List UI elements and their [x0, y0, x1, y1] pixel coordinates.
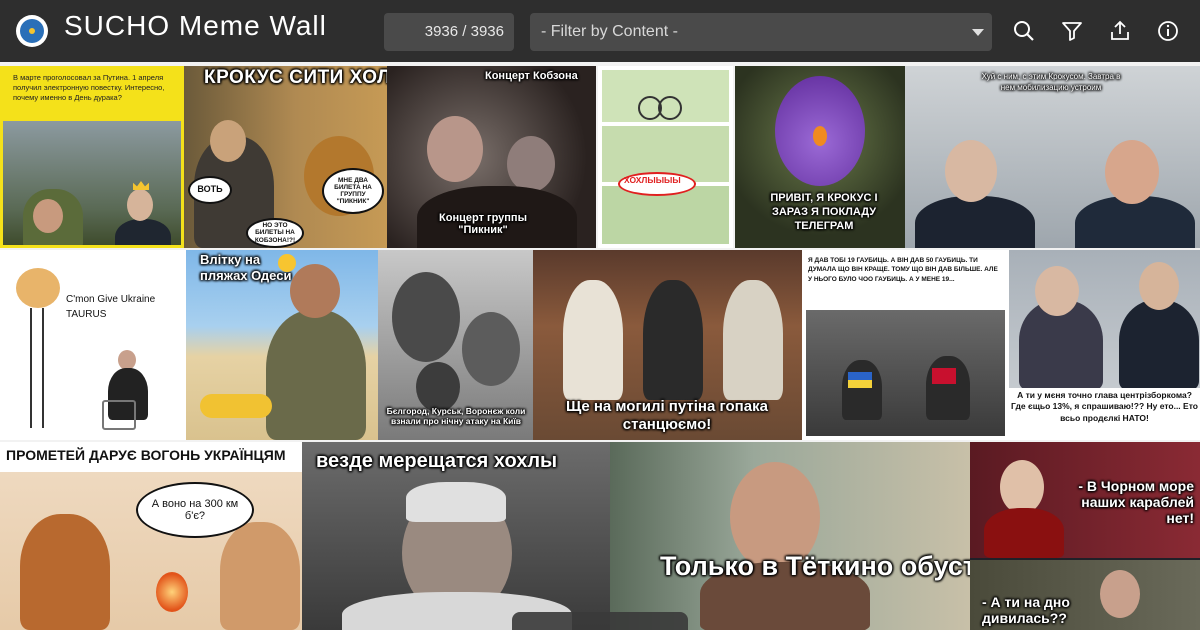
speech-bubble: МНЕ ДВА БИЛЕТА НА ГРУППУ "ПИКНИК": [322, 168, 384, 214]
crocus-stamen: [813, 126, 827, 146]
meme-tile[interactable]: - В Чорном море наших караблей нет! - А …: [970, 442, 1200, 630]
dancer-figure: [643, 280, 703, 400]
meme-tile[interactable]: Я ДАВ ТОБІ 19 ГАУБИЦЬ. А ВІН ДАВ 50 ГАУБ…: [802, 250, 1009, 440]
chevron-down-icon: [972, 29, 984, 36]
meme-caption: везде мерещатся хохлы: [316, 450, 558, 472]
doge-head: [16, 268, 60, 308]
top-bar: SUCHO Meme Wall 3936 / 3936 - Filter by …: [0, 0, 1200, 62]
info-icon[interactable]: [1156, 19, 1180, 43]
meme-photo: [806, 310, 1005, 436]
meme-caption: Концерт группы "Пикник": [439, 212, 527, 237]
chair: [102, 400, 136, 430]
meme-caption: Я ДАВ ТОБІ 19 ГАУБИЦЬ. А ВІН ДАВ 50 ГАУБ…: [808, 257, 998, 283]
logo-sun: [29, 28, 35, 34]
meme-counter: 3936 / 3936: [384, 13, 514, 51]
putin-head: [1139, 262, 1179, 310]
meme-caption: - В Чорном море наших караблей нет!: [1078, 478, 1194, 527]
share-icon[interactable]: [1108, 19, 1132, 43]
corn-cob: [200, 394, 272, 418]
human-figure: [220, 522, 300, 630]
meme-caption: Ще на могилі путіна гопака станцюємо!: [566, 398, 768, 433]
man-head: [507, 136, 555, 192]
content-filter-select[interactable]: - Filter by Content -: [530, 13, 992, 51]
presenter-figure: [984, 508, 1064, 558]
meme-caption: Хуй с ним, с этим Крокусом. Завтра в нем…: [981, 72, 1121, 92]
meme-tile[interactable]: Концерт Кобзона Концерт группы "Пикник": [387, 66, 596, 248]
putin-figure: [1119, 300, 1199, 390]
meme-tile[interactable]: Только в Тёткино обустроилась,: [610, 442, 970, 630]
doctor-cap: [406, 482, 506, 522]
meme-caption: ХОХЛЫЫЫЫ: [624, 175, 681, 185]
meme-caption: ПРОМЕТЕЙ ДАРУЄ ВОГОНЬ УКРАЇНЦЯМ: [6, 447, 286, 463]
putin-figure: [115, 219, 171, 245]
doge-body: [30, 308, 44, 428]
meme-caption: ПРИВІТ, Я КРОКУС І ЗАРАЗ Я ПОКЛАДУ ТЕЛЕГ…: [770, 192, 878, 232]
dancer-figure: [723, 280, 783, 400]
monk-head: [210, 120, 246, 162]
meme-caption: Концерт Кобзона: [485, 70, 578, 82]
prometheus-figure: [20, 514, 110, 630]
ukraine-flag: [848, 372, 872, 388]
soldier-figure: [266, 310, 366, 440]
meme-tile[interactable]: везде мерещатся хохлы: [302, 442, 610, 630]
meme-tile[interactable]: ХОХЛЫЫЫЫ: [598, 66, 733, 248]
scholz-head: [118, 350, 136, 370]
meme-tile[interactable]: C'mon Give Ukraine TAURUS: [0, 250, 186, 440]
monster: [462, 312, 520, 386]
meme-tile[interactable]: А ти у мєня точно глава центрізборкома? …: [1009, 250, 1200, 440]
presenter-head: [1000, 460, 1044, 514]
meme-caption: - А ти на дно дивилась??: [982, 594, 1070, 627]
meme-tile[interactable]: Влітку на пляжах Одеси: [186, 250, 378, 440]
denmark-flag: [932, 368, 956, 384]
meme-tile[interactable]: Бєлгород, Курськ, Воронєж коли взнали пр…: [378, 250, 533, 440]
bicycle-wheel: [658, 96, 682, 120]
filter-select-value: - Filter by Content -: [541, 23, 678, 40]
meme-caption: В марте проголосовал за Путина. 1 апреля…: [13, 73, 165, 102]
putin-head: [127, 189, 153, 221]
putin-head: [945, 140, 997, 202]
bottom-toolbar[interactable]: [512, 612, 688, 630]
meme-caption: Только в Тёткино обустроилась,: [660, 551, 970, 581]
emoji-icon: [278, 254, 296, 272]
speech-bubble: А воно на 300 км б'є?: [136, 482, 254, 538]
meme-tile[interactable]: В марте проголосовал за Путина. 1 апреля…: [0, 66, 184, 248]
meme-tile[interactable]: КРОКУС СИТИ ХОЛЛ ВОТЬ МНЕ ДВА БИЛЕТА НА …: [184, 66, 387, 248]
putin-figure: [915, 196, 1035, 248]
meme-tile[interactable]: Хуй с ним, с этим Крокусом. Завтра в нем…: [905, 66, 1200, 248]
meme-caption: Бєлгород, Курськ, Воронєж коли взнали пр…: [386, 406, 526, 427]
speech-bubble: НО ЭТО БИЛЕТЫ НА КОБЗОНА!?!: [246, 218, 304, 248]
meme-caption: А ти у мєня точно глава центрізборкома? …: [1011, 390, 1198, 423]
meme-tile[interactable]: Ще на могилі путіна гопака станцюємо!: [533, 250, 802, 440]
monster: [416, 362, 460, 412]
meme-tile[interactable]: ПРОМЕТЕЙ ДАРУЄ ВОГОНЬ УКРАЇНЦЯМ А воно н…: [0, 442, 302, 630]
monster: [392, 272, 460, 362]
medvedev-head: [1105, 140, 1159, 204]
meme-caption: КРОКУС СИТИ ХОЛЛ: [204, 67, 387, 88]
woman-head: [1035, 266, 1079, 316]
search-icon[interactable]: [1012, 19, 1036, 43]
app-title: SUCHO Meme Wall: [64, 10, 327, 41]
logo-globe: [20, 19, 44, 43]
soldier-head: [33, 199, 63, 233]
soldier-head: [290, 264, 340, 318]
person-figure: [842, 360, 882, 420]
fire-icon: [156, 572, 188, 612]
singer-head: [427, 116, 483, 182]
person-figure: [926, 356, 970, 420]
meme-tile[interactable]: ПРИВІТ, Я КРОКУС І ЗАРАЗ Я ПОКЛАДУ ТЕЛЕГ…: [735, 66, 905, 248]
sucho-logo[interactable]: [16, 15, 48, 47]
speech-bubble: ВОТЬ: [188, 176, 232, 204]
meme-caption: C'mon Give Ukraine TAURUS: [66, 294, 156, 320]
filter-icon[interactable]: [1060, 19, 1084, 43]
dancer-figure: [563, 280, 623, 400]
